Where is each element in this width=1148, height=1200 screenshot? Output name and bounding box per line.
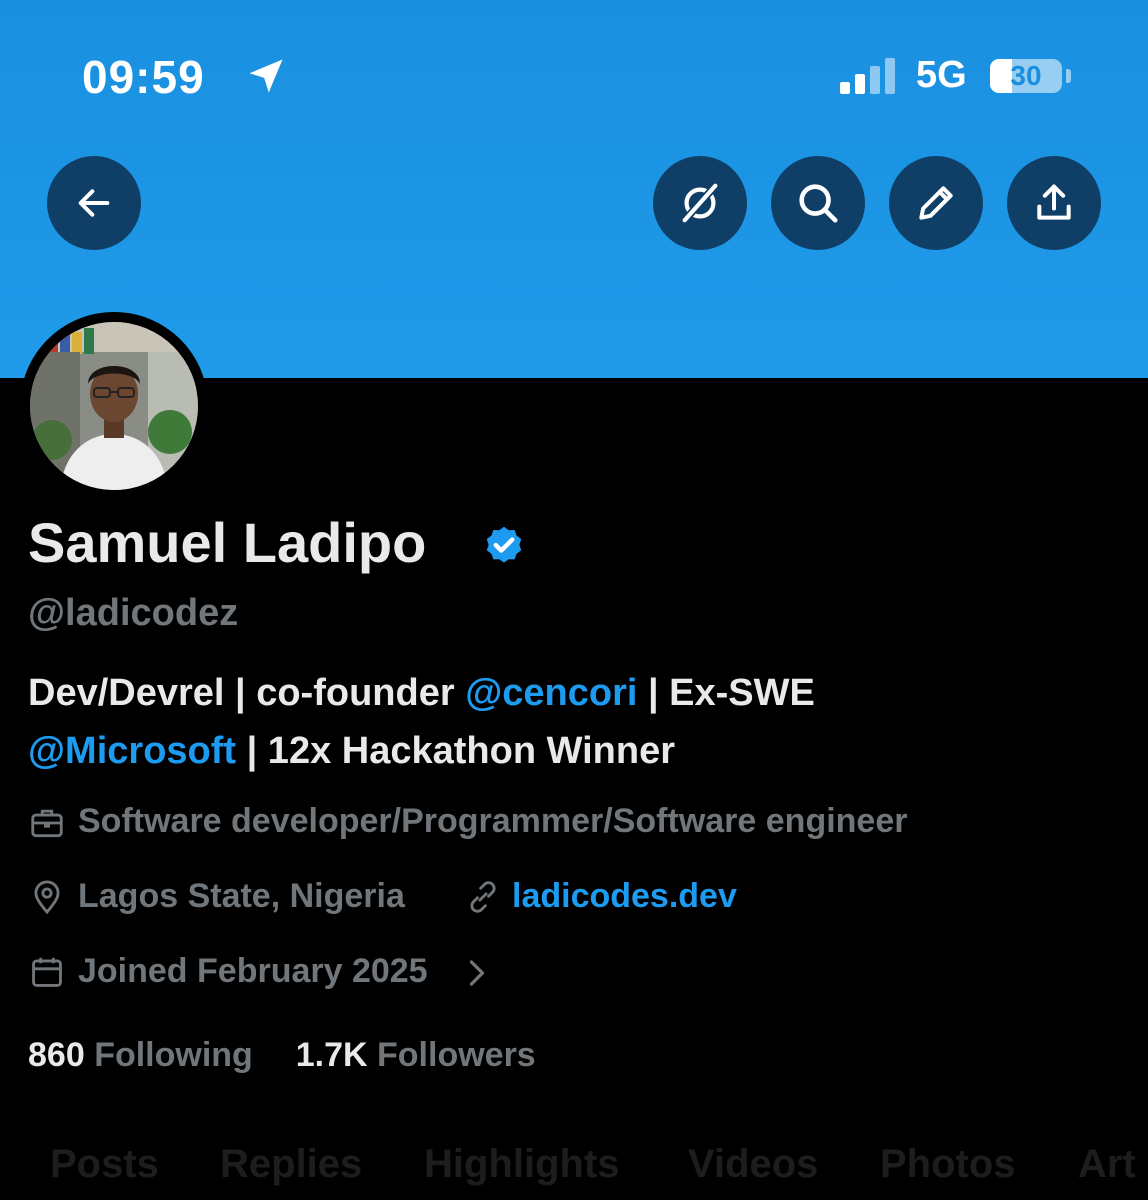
grok-icon: [681, 183, 719, 223]
back-arrow-icon: [78, 189, 110, 217]
back-button[interactable]: [47, 156, 141, 250]
profile-bio: Dev/Devrel | co-founder @cencori | Ex-SW…: [28, 664, 1118, 780]
location-arrow-icon: [249, 59, 283, 93]
verified-badge-icon[interactable]: [482, 524, 526, 568]
chevron-right-icon[interactable]: [466, 958, 488, 988]
signal-strength-icon: [840, 58, 895, 94]
followers-count: 1.7K: [295, 1036, 368, 1074]
profile-name: Samuel Ladipo: [28, 511, 427, 574]
avatar[interactable]: [30, 322, 198, 490]
followers-link[interactable]: 1.7K Followers: [296, 1036, 536, 1074]
status-time: 09:59: [82, 51, 205, 103]
mention-link-cencori[interactable]: @cencori: [465, 672, 637, 714]
mention-link-microsoft[interactable]: @Microsoft: [28, 730, 236, 772]
tab-articles[interactable]: Art: [1078, 1142, 1136, 1187]
search-button[interactable]: [771, 156, 865, 250]
edit-button[interactable]: [889, 156, 983, 250]
followers-label: Followers: [377, 1036, 536, 1074]
briefcase-icon: [31, 809, 63, 838]
follow-stats: 860 Following 1.7K Followers: [28, 1036, 536, 1075]
profile-handle: @ladicodez: [28, 592, 239, 634]
following-link[interactable]: 860 Following: [28, 1036, 253, 1074]
bio-text: | 12x Hackathon Winner: [236, 730, 676, 772]
following-label: Following: [94, 1036, 253, 1074]
bio-text: Dev/Devrel | co-founder: [28, 672, 466, 714]
tab-videos[interactable]: Videos: [688, 1142, 818, 1187]
battery-icon: 30: [990, 59, 1062, 93]
tab-photos[interactable]: Photos: [880, 1142, 1016, 1187]
location-pin-icon: [34, 880, 60, 915]
battery-level: 30: [1010, 60, 1042, 91]
grok-button[interactable]: [653, 156, 747, 250]
link-icon: [470, 881, 496, 913]
calendar-icon: [32, 957, 62, 987]
bio-text: | Ex-SWE: [637, 672, 815, 714]
tab-highlights[interactable]: Highlights: [424, 1142, 620, 1187]
tab-replies[interactable]: Replies: [220, 1142, 362, 1187]
website-link[interactable]: ladicodes.dev: [512, 877, 737, 916]
search-icon: [799, 184, 838, 223]
share-button[interactable]: [1007, 156, 1101, 250]
edit-pencil-icon: [919, 186, 953, 220]
profile-joined-date[interactable]: Joined February 2025: [78, 952, 428, 991]
share-icon: [1037, 184, 1071, 220]
battery-tip: [1066, 69, 1071, 83]
profile-category: Software developer/Programmer/Software e…: [78, 802, 908, 840]
profile-location: Lagos State, Nigeria: [78, 877, 405, 915]
tab-posts[interactable]: Posts: [50, 1142, 159, 1187]
following-count: 860: [28, 1036, 85, 1074]
profile-photo: [30, 322, 198, 490]
network-type: 5G: [916, 54, 967, 96]
profile-tabs: Posts Replies Highlights Videos Photos A…: [0, 1138, 1148, 1200]
